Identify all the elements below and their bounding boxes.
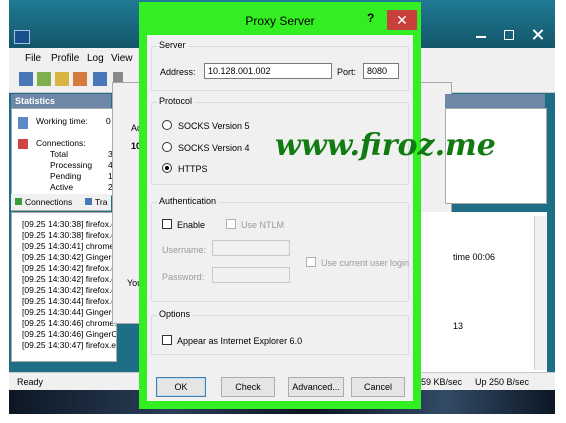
menu-file[interactable]: File	[25, 53, 41, 64]
list-item: [09.25 14:30:38] firefox.exe	[22, 230, 117, 240]
dialog-title-bar: Proxy Server ? ✕	[139, 2, 421, 34]
tab-traffic[interactable]: Tra	[95, 197, 107, 207]
folder-icon[interactable]	[55, 72, 69, 86]
use-ntlm-label: Use NTLM	[241, 220, 285, 230]
menu-profile[interactable]: Profile	[51, 53, 79, 64]
connections-icon	[18, 139, 28, 149]
watermark: www.firoz.me	[275, 128, 496, 163]
options-group-label: Options	[157, 309, 193, 319]
username-input[interactable]	[212, 240, 290, 256]
list-item: [09.25 14:30:46] GingerCl	[22, 329, 117, 339]
list-item: [09.25 14:30:41] chrome.exe	[22, 241, 116, 251]
list-item: [09.25 14:30:38] firefox.exe	[22, 219, 117, 229]
processing-label: Processing	[50, 160, 93, 170]
username-label: Username:	[162, 245, 207, 255]
password-label: Password:	[162, 272, 205, 282]
traffic-tab-icon	[85, 198, 92, 205]
protocol-group-label: Protocol	[157, 96, 195, 106]
list-item: [09.25 14:30:42] firefox.exe	[22, 285, 117, 295]
check-button[interactable]: Check	[221, 377, 275, 397]
authentication-group-label: Authentication	[157, 196, 219, 206]
help-icon[interactable]: ?	[367, 11, 374, 25]
folder-icon[interactable]	[73, 72, 87, 86]
options-group: Options Appear as Internet Explorer 6.0	[151, 309, 409, 355]
right-panel-header	[445, 94, 545, 108]
download-speed: 59 KB/sec	[421, 377, 463, 387]
socks5-label: SOCKS Version 5	[178, 121, 250, 131]
statistics-header: Statistics	[11, 94, 111, 108]
app-icon	[14, 30, 30, 44]
list-item: [09.25 14:30:44] GingerCl	[22, 307, 117, 317]
upload-speed: Up 250 B/sec	[475, 377, 530, 387]
use-current-user-label: Use current user login	[321, 258, 410, 268]
enable-label: Enable	[177, 220, 206, 230]
profile-icon[interactable]	[19, 72, 33, 86]
appear-ie-checkbox[interactable]	[162, 335, 172, 345]
list-item: [09.25 14:30:44] firefox.exe	[22, 296, 117, 306]
proxy-icon[interactable]	[93, 72, 107, 86]
active-label: Active	[50, 182, 74, 192]
socks5-radio[interactable]	[162, 120, 172, 130]
traffic-panel: time 00:06 13	[415, 212, 547, 372]
appear-ie-label: Appear as Internet Explorer 6.0	[177, 336, 303, 346]
cancel-button[interactable]: Cancel	[351, 377, 405, 397]
clock-icon	[18, 117, 28, 129]
close-button[interactable]: ✕	[387, 10, 417, 30]
ok-button[interactable]: OK	[156, 377, 206, 397]
connections-label: Connections:	[36, 138, 86, 148]
minimize-icon[interactable]	[470, 28, 492, 42]
socks4-radio[interactable]	[162, 142, 172, 152]
password-input[interactable]	[212, 267, 290, 283]
close-icon[interactable]	[526, 26, 550, 44]
port-input[interactable]: 8080	[363, 63, 399, 79]
menu-log[interactable]: Log	[87, 53, 104, 64]
status-ready: Ready	[17, 377, 44, 387]
time-readout: time 00:06	[453, 252, 496, 262]
socks4-label: SOCKS Version 4	[178, 143, 250, 153]
address-input[interactable]: 10.128.001.002	[204, 63, 332, 79]
server-group-label: Server	[157, 40, 188, 50]
dialog-title: Proxy Server	[245, 14, 315, 28]
total-label: Total	[50, 149, 68, 159]
authentication-group: Authentication Enable Use NTLM Username:…	[151, 196, 410, 302]
log-tabs: Connections Tra	[11, 194, 111, 211]
use-ntlm-checkbox[interactable]	[226, 219, 236, 229]
menu-view[interactable]: View	[111, 53, 133, 64]
use-current-user-checkbox[interactable]	[306, 257, 316, 267]
address-label: Address:	[160, 67, 196, 77]
pending-label: Pending	[50, 171, 82, 181]
proxy-server-dialog: Proxy Server ? ✕ Server Address: 10.128.…	[139, 2, 421, 409]
https-label: HTTPS	[178, 164, 208, 174]
statistics-panel: Working time: 0 Connections: Total 3 Pro…	[11, 108, 113, 196]
connections-tab-icon	[15, 198, 22, 205]
working-time-value: 0	[106, 116, 111, 126]
working-time-label: Working time:	[36, 116, 88, 126]
list-item: [09.25 14:30:42] firefox.exe	[22, 263, 117, 273]
server-group: Server Address: 10.128.001.002 Port: 808…	[151, 40, 409, 91]
scrollbar[interactable]	[534, 216, 547, 370]
log-list: [09.25 14:30:38] firefox.exe [09.25 14:3…	[11, 212, 117, 362]
list-item: [09.25 14:30:42] GingerCl	[22, 252, 117, 262]
rules-icon[interactable]	[37, 72, 51, 86]
dialog-body: Server Address: 10.128.001.002 Port: 808…	[147, 35, 413, 401]
enable-checkbox[interactable]	[162, 219, 172, 229]
maximize-icon[interactable]	[498, 28, 520, 42]
advanced-button[interactable]: Advanced...	[288, 377, 344, 397]
https-radio[interactable]	[162, 163, 172, 173]
tab-connections[interactable]: Connections	[25, 197, 72, 207]
count-readout: 13	[453, 321, 464, 331]
list-item: [09.25 14:30:42] firefox.exe	[22, 274, 117, 284]
list-item: [09.25 14:30:47] firefox.exe - nwi.a	[22, 340, 117, 350]
list-item: [09.25 14:30:46] chrome.exe	[22, 318, 116, 328]
port-label: Port:	[337, 67, 357, 77]
